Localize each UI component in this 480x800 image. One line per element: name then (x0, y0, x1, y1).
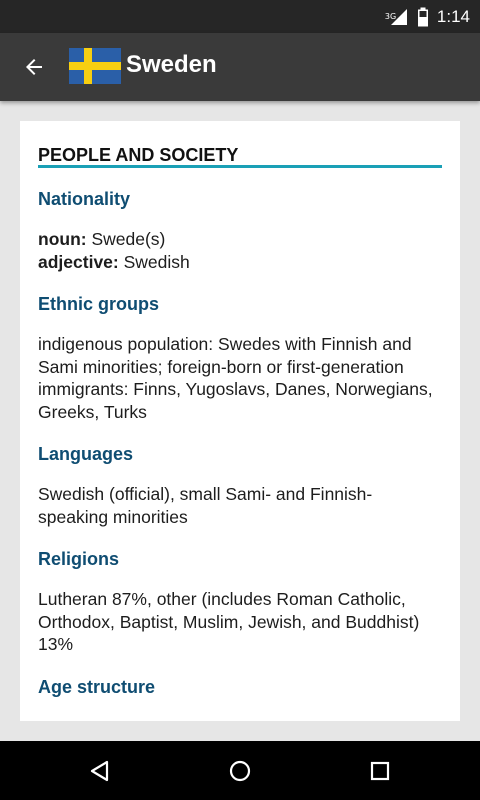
content-card[interactable]: PEOPLE AND SOCIETY Nationality noun: Swe… (20, 121, 460, 721)
status-bar: 3G 1:14 (0, 0, 480, 33)
network-type-label: 3G (384, 11, 397, 21)
page-title: Sweden (126, 51, 217, 78)
field-ethnic-groups: Ethnic groups indigenous population: Swe… (38, 294, 442, 423)
field-religions: Religions Lutheran 87%, other (includes … (38, 549, 442, 656)
field-nationality: Nationality noun: Swede(s) adjective: Sw… (38, 189, 442, 273)
app-bar: Sweden (0, 33, 480, 101)
arrow-back-icon (26, 59, 42, 75)
field-label: Religions (38, 549, 120, 569)
field-value: Swedish (official), small Sami- and Finn… (38, 484, 373, 527)
nav-home-button[interactable] (224, 755, 256, 787)
adjective-value: Swedish (118, 251, 190, 272)
field-age-structure: Age structure (38, 677, 442, 698)
battery-icon (417, 7, 429, 27)
signal-icon: 3G (384, 7, 409, 27)
sweden-flag-icon (69, 48, 121, 84)
noun-key: noun: (38, 229, 87, 249)
field-languages: Languages Swedish (official), small Sami… (38, 444, 442, 528)
section-divider (38, 165, 442, 168)
field-value: noun: Swede(s) adjective: Swedish (38, 228, 442, 273)
adjective-key: adjective: (38, 251, 119, 272)
field-label: Ethnic groups (38, 294, 159, 314)
field-value: indigenous population: Swedes with Finni… (38, 334, 433, 422)
status-icons: 3G 1:14 (384, 0, 470, 33)
circle-home-icon (229, 760, 251, 782)
square-recents-icon (370, 761, 390, 781)
field-value: Lutheran 87%, other (includes Roman Cath… (38, 589, 420, 654)
noun-value: Swede(s) (86, 229, 166, 249)
field-label: Languages (38, 444, 134, 464)
status-time: 1:14 (436, 6, 470, 26)
back-button[interactable] (20, 53, 48, 81)
triangle-back-icon (90, 760, 109, 782)
nav-recents-button[interactable] (364, 755, 396, 787)
field-label: Age structure (38, 677, 156, 697)
nav-back-button[interactable] (84, 755, 116, 787)
section-title: PEOPLE AND SOCIETY (38, 145, 239, 165)
field-label: Nationality (38, 189, 131, 209)
navigation-bar (0, 741, 480, 800)
